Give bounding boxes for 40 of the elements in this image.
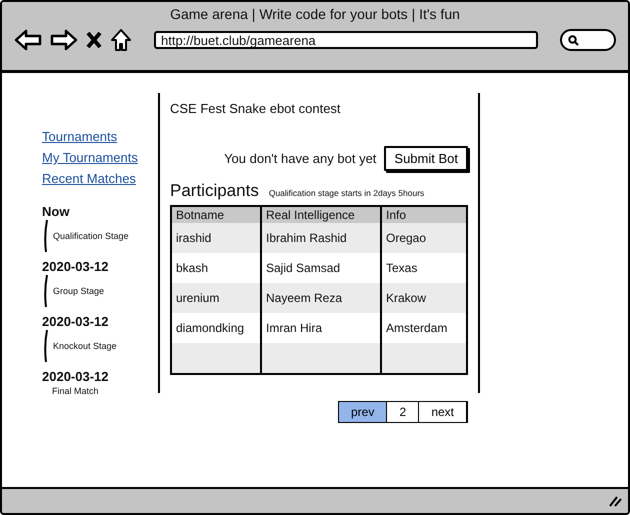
page-button[interactable]: prev [338, 401, 386, 423]
nav-link[interactable]: Tournaments [42, 129, 158, 144]
timeline-line [44, 329, 48, 363]
window-title: Game arena | Write code for your bots | It's fun [170, 6, 460, 22]
forward-icon[interactable] [50, 29, 78, 51]
search-icon [568, 34, 579, 46]
search-field[interactable] [560, 29, 616, 51]
stage-label: Qualification Stage [53, 231, 129, 241]
table-cell: Krakow [382, 283, 466, 313]
submit-bot-button[interactable]: Submit Bot [384, 146, 468, 171]
timeline-date: Now [42, 204, 70, 219]
bot-message: You don't have any bot yet [224, 151, 376, 166]
page-button[interactable]: 2 [386, 401, 418, 423]
resize-grip-icon [608, 495, 622, 507]
stage-label: Group Stage [53, 286, 104, 296]
column-header: Info [382, 207, 466, 223]
column-header: Botname [172, 207, 262, 223]
home-icon[interactable] [110, 28, 132, 52]
back-icon[interactable] [14, 29, 42, 51]
timeline-date: 2020-03-12 [42, 314, 110, 329]
table-cell: urenium [172, 283, 262, 313]
table-cell: Nayeem Reza [262, 283, 382, 313]
timeline-line [44, 219, 48, 253]
timeline-date: 2020-03-12 [42, 259, 110, 274]
countdown-text: Qualification stage starts in 2days 5hours [268, 188, 424, 198]
address-field[interactable]: http://buet.club/gamearena [154, 31, 538, 49]
nav-link[interactable]: Recent Matches [42, 171, 158, 186]
table-cell: irashid [172, 223, 262, 253]
stage-label: Final Match [52, 386, 99, 396]
table-cell: Ibrahim Rashid [262, 223, 382, 253]
timeline-line [44, 274, 48, 308]
participants-heading: Participants [170, 181, 259, 201]
nav-link[interactable]: My Tournaments [42, 150, 158, 165]
column-header: Real Intelligence [262, 207, 382, 223]
contest-title: CSE Fest Snake ebot contest [170, 101, 342, 116]
page-button[interactable]: next [418, 401, 468, 423]
timeline-date: 2020-03-12 [42, 369, 110, 384]
close-icon[interactable] [86, 31, 102, 49]
table-cell: Oregao [382, 223, 466, 253]
stage-label: Knockout Stage [53, 341, 117, 351]
